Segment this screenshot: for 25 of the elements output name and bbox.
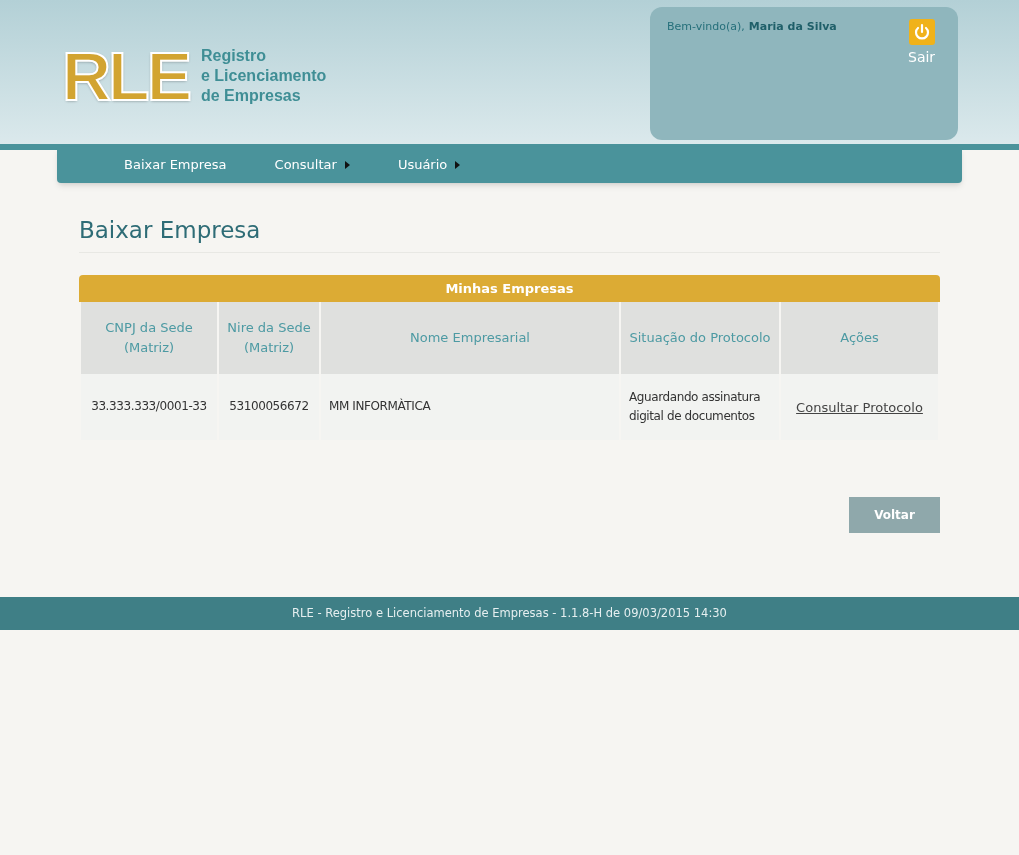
table-cell: Aguardando assinatura digital de documentos: [620, 373, 780, 440]
welcome-text: Bem-vindo(a),: [667, 19, 745, 35]
footer-text: RLE - Registro e Licenciamento de Empresas - 1.1.8-H de 09/03/2015 14:30: [0, 596, 1019, 630]
column-header: Nire da Sede (Matriz): [218, 301, 320, 374]
table-title: Minhas Empresas: [79, 274, 940, 302]
nav-item[interactable]: Usuário: [397, 155, 461, 175]
caret-icon: [455, 161, 461, 169]
column-header: Ações: [780, 301, 939, 374]
logo: RLE: [62, 42, 189, 110]
caret-icon: [344, 161, 350, 169]
column-header: Nome Empresarial: [320, 301, 620, 374]
back-button[interactable]: Voltar: [849, 496, 940, 533]
table-cell: 33.333.333/0001-33: [80, 373, 218, 440]
logout-button[interactable]: Sair: [908, 19, 936, 68]
page-title: Baixar Empresa: [79, 213, 940, 253]
logo-subtitle: Registro e Licenciamento de Empresas: [201, 46, 327, 106]
consult-link[interactable]: Consultar Protocolo: [796, 399, 923, 415]
power-icon: [908, 19, 935, 45]
column-header: Situação do Protocolo: [620, 301, 780, 374]
nav-item[interactable]: Baixar Empresa: [124, 155, 227, 175]
column-header: CNPJ da Sede (Matriz): [80, 301, 218, 374]
nav-item[interactable]: Consultar: [274, 155, 350, 175]
table-cell: 53100056672: [218, 373, 320, 440]
user-name: Maria da Silva: [748, 19, 837, 35]
table-cell: MM INFORMÀTICA: [320, 373, 620, 440]
